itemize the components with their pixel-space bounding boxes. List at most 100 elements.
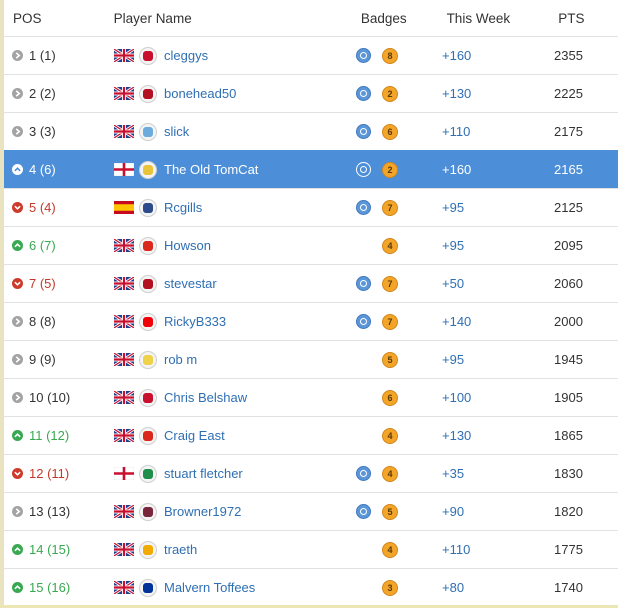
- number-badge-icon[interactable]: 6: [382, 389, 398, 406]
- chevron-right-icon: [12, 88, 23, 99]
- player-name-link[interactable]: Rcgills: [164, 200, 202, 215]
- this-week-value: +140: [442, 314, 472, 329]
- player-name-link[interactable]: Craig East: [164, 428, 225, 443]
- player-name-link[interactable]: cleggys: [164, 48, 208, 63]
- player-name-link[interactable]: stuart fletcher: [164, 466, 243, 481]
- club-crest-icon: [139, 198, 157, 217]
- table-row[interactable]: 10 (10) Chris Belshaw 6 +100 1905: [4, 378, 618, 416]
- table-row[interactable]: 6 (7) Howson 4 +95 2095: [4, 226, 618, 264]
- position-text: 8 (8): [29, 314, 56, 329]
- header-this-week[interactable]: This Week: [447, 11, 559, 26]
- uk-flag-icon: [114, 87, 134, 100]
- number-badge-icon[interactable]: 6: [382, 123, 398, 140]
- player-name-link[interactable]: traeth: [164, 542, 197, 557]
- header-pts[interactable]: PTS: [558, 11, 618, 26]
- points-value: 2095: [554, 238, 583, 253]
- badges-cell: 3: [348, 579, 442, 596]
- chevron-up-icon: [12, 430, 23, 441]
- table-row[interactable]: 3 (3) slick 6 +110 2175: [4, 112, 618, 150]
- position-cell: 5 (4): [4, 200, 108, 215]
- table-row[interactable]: 2 (2) bonehead50 2 +130 2225: [4, 74, 618, 112]
- target-badge-icon[interactable]: [356, 162, 371, 177]
- position-text: 15 (16): [29, 580, 71, 595]
- position-cell: 1 (1): [4, 48, 108, 63]
- header-player-name[interactable]: Player Name: [108, 11, 353, 26]
- number-badge-icon[interactable]: 7: [382, 275, 398, 292]
- player-name-link[interactable]: slick: [164, 124, 189, 139]
- badges-cell: 8: [348, 47, 442, 64]
- player-name-link[interactable]: bonehead50: [164, 86, 236, 101]
- position-text: 2 (2): [29, 86, 56, 101]
- table-row[interactable]: 4 (6) The Old TomCat 2 +160 2165: [4, 150, 618, 188]
- target-badge-icon[interactable]: [356, 504, 371, 519]
- table-row[interactable]: 12 (11) stuart fletcher 4 +35 1830: [4, 454, 618, 492]
- number-badge-icon[interactable]: 2: [382, 161, 398, 178]
- this-week-value: +95: [442, 200, 465, 215]
- points-value: 1740: [554, 580, 583, 595]
- chevron-right-icon: [12, 126, 23, 137]
- chevron-up-icon: [12, 582, 23, 593]
- position-cell: 12 (11): [4, 466, 108, 481]
- chevron-right-icon: [12, 316, 23, 327]
- number-badge-icon[interactable]: 4: [382, 237, 398, 254]
- number-badge-icon[interactable]: 3: [382, 579, 398, 596]
- this-week-value: +80: [442, 580, 465, 595]
- uk-flag-icon: [114, 543, 134, 556]
- player-name-link[interactable]: Howson: [164, 238, 211, 253]
- player-cell: The Old TomCat: [108, 160, 348, 179]
- table-row[interactable]: 1 (1) cleggys 8 +160 2355: [4, 36, 618, 74]
- table-row[interactable]: 5 (4) Rcgills 7 +95 2125: [4, 188, 618, 226]
- target-badge-icon[interactable]: [356, 200, 371, 215]
- number-badge-icon[interactable]: 8: [382, 47, 398, 64]
- player-name-link[interactable]: Malvern Toffees: [164, 580, 255, 595]
- number-badge-icon[interactable]: 7: [382, 313, 398, 330]
- chevron-right-icon: [12, 392, 23, 403]
- player-name-link[interactable]: rob m: [164, 352, 197, 367]
- spain-flag-icon: [114, 201, 134, 214]
- player-cell: Craig East: [108, 426, 348, 445]
- points-value: 2000: [554, 314, 583, 329]
- badges-cell: 4: [348, 465, 442, 482]
- table-row[interactable]: 7 (5) stevestar 7 +50 2060: [4, 264, 618, 302]
- player-name-link[interactable]: The Old TomCat: [164, 162, 258, 177]
- table-row[interactable]: 8 (8) RickyB333 7 +140 2000: [4, 302, 618, 340]
- uk-flag-icon: [114, 239, 134, 252]
- table-row[interactable]: 14 (15) traeth 4 +110 1775: [4, 530, 618, 568]
- number-badge-icon[interactable]: 2: [382, 85, 398, 102]
- position-cell: 10 (10): [4, 390, 108, 405]
- table-row[interactable]: 9 (9) rob m 5 +95 1945: [4, 340, 618, 378]
- target-badge-icon[interactable]: [356, 48, 371, 63]
- header-pos[interactable]: POS: [4, 11, 108, 26]
- chevron-right-icon: [12, 506, 23, 517]
- header-badges[interactable]: Badges: [353, 11, 447, 26]
- player-name-link[interactable]: Chris Belshaw: [164, 390, 247, 405]
- player-cell: Malvern Toffees: [108, 578, 348, 597]
- table-row[interactable]: 11 (12) Craig East 4 +130 1865: [4, 416, 618, 454]
- club-crest-icon: [139, 426, 157, 445]
- target-badge-icon[interactable]: [356, 314, 371, 329]
- player-name-link[interactable]: stevestar: [164, 276, 217, 291]
- club-crest-icon: [139, 540, 157, 559]
- this-week-value: +35: [442, 466, 465, 481]
- target-badge-icon[interactable]: [356, 124, 371, 139]
- number-badge-icon[interactable]: 4: [382, 427, 398, 444]
- target-badge-icon[interactable]: [356, 466, 371, 481]
- club-crest-icon: [139, 502, 157, 521]
- number-badge-icon[interactable]: 5: [382, 351, 398, 368]
- number-badge-icon[interactable]: 5: [382, 503, 398, 520]
- chevron-up-icon: [12, 240, 23, 251]
- position-cell: 8 (8): [4, 314, 108, 329]
- number-badge-icon[interactable]: 7: [382, 199, 398, 216]
- number-badge-icon[interactable]: 4: [382, 465, 398, 482]
- number-badge-icon[interactable]: 4: [382, 541, 398, 558]
- points-value: 1775: [554, 542, 583, 557]
- league-table: POS Player Name Badges This Week PTS 1 (…: [4, 0, 618, 606]
- table-row[interactable]: 13 (13) Browner1972 5 +90 1820: [4, 492, 618, 530]
- target-badge-icon[interactable]: [356, 276, 371, 291]
- player-name-link[interactable]: Browner1972: [164, 504, 241, 519]
- position-text: 14 (15): [29, 542, 71, 557]
- table-row[interactable]: 15 (16) Malvern Toffees 3 +80 1740: [4, 568, 618, 606]
- club-crest-icon: [139, 274, 157, 293]
- player-name-link[interactable]: RickyB333: [164, 314, 226, 329]
- target-badge-icon[interactable]: [356, 86, 371, 101]
